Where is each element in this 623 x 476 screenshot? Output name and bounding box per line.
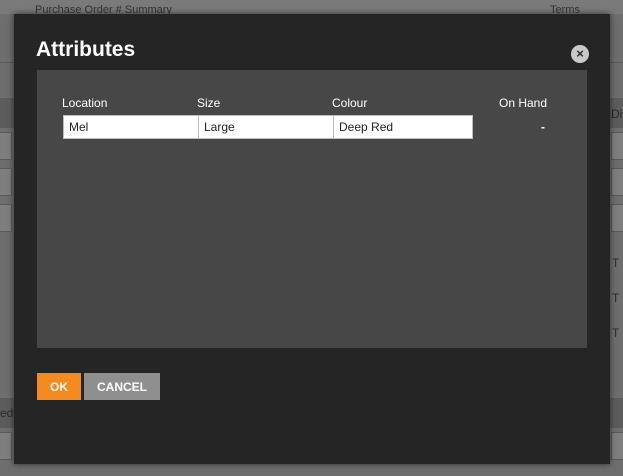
background-field: [611, 132, 623, 160]
background-row-mark: T: [612, 326, 620, 340]
background-side-label: Di: [611, 107, 623, 121]
background-field: [611, 168, 623, 196]
attributes-panel: Location Size Colour On Hand -: [37, 70, 587, 348]
cancel-button[interactable]: CANCEL: [84, 373, 160, 400]
background-field: [0, 432, 12, 460]
background-field: [611, 432, 623, 460]
background-field: [0, 168, 12, 196]
column-header-on-hand: On Hand: [499, 96, 548, 110]
on-hand-value: -: [541, 120, 545, 134]
colour-input[interactable]: [333, 115, 473, 139]
column-header-location: Location: [62, 96, 108, 110]
dialog-title: Attributes: [36, 38, 136, 61]
ok-button[interactable]: OK: [37, 373, 81, 400]
background-side-label: ed: [0, 406, 14, 420]
background-row-mark: T: [612, 291, 620, 305]
background-field: [0, 132, 12, 160]
close-icon[interactable]: ×: [571, 45, 589, 63]
background-field: [0, 204, 12, 232]
background-row-mark: T: [612, 256, 620, 270]
size-input[interactable]: [198, 115, 334, 139]
column-header-size: Size: [197, 96, 221, 110]
column-header-colour: Colour: [332, 96, 368, 110]
attributes-dialog: Attributes × Location Size Colour On Han…: [14, 14, 610, 464]
background-header: Purchase Order # Summary Terms: [0, 0, 623, 16]
background-field: [611, 204, 623, 232]
location-input[interactable]: [63, 115, 199, 139]
